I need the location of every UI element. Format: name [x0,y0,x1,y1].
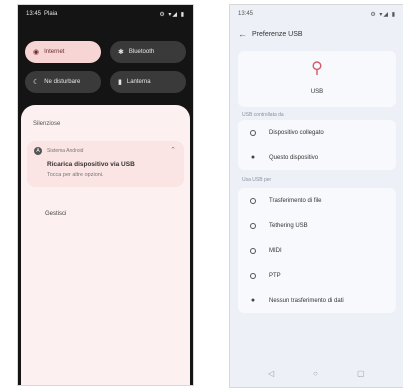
status-time: 13:45 [238,11,254,17]
app-bar: ← Preferenze USB [230,23,403,47]
option-file-transfer[interactable]: Trasferimento di file [238,188,396,213]
section-header-controlled-by: USB controllata da [242,112,284,118]
quick-tile-label: Internet [44,49,65,55]
controlled-by-group: Dispositivo collegato ● Questo dispositi… [238,120,396,170]
android-system-icon: A [34,147,42,155]
system-nav-bar: ◁ ○ ▢ [230,367,403,381]
radio-selected-icon: ● [250,154,256,161]
home-nav-icon[interactable]: ○ [313,369,318,378]
radio-icon [248,128,258,138]
usb-notification[interactable]: A Sistema Android ⌃ Ricarica dispositivo… [27,141,184,187]
usb-hero-card: ⚲ USB [238,51,396,107]
notification-subtext: Tocca per altre opzioni. [47,172,104,178]
section-header-use-for: Usa USB per [242,177,272,183]
quick-tile-flashlight[interactable]: ▮ Lanterna [110,71,186,93]
radio-icon [248,196,258,206]
option-label: Nessun trasferimento di dati [269,297,344,304]
quick-tile-bluetooth[interactable]: ✱ Bluetooth [110,41,186,63]
flashlight-icon: ▮ [118,79,122,86]
option-label: Questo dispositivo [269,154,319,161]
moon-icon: ☾ [33,79,40,86]
quick-tile-label: Lanterna [126,79,151,85]
option-label: Trasferimento di file [269,197,322,204]
option-label: MIDI [269,247,282,254]
option-this-device[interactable]: ● Questo dispositivo [238,145,396,170]
notification-heading: Ricarica dispositivo via USB [47,161,135,168]
radio-icon [248,246,258,256]
use-usb-for-group: Trasferimento di file Tethering USB MIDI… [238,188,396,313]
option-no-data-transfer[interactable]: ● Nessun trasferimento di dati [238,288,396,313]
notification-section-title: Silenziose [33,121,61,127]
notification-shade-screen: 13:45 Plaia ⚙ ▾◢ ▮ ◉ Internet ✱ Bluetoot… [17,4,194,386]
status-icons: ⚙ ▾◢ ▮ [159,12,185,18]
option-ptp[interactable]: PTP [238,263,396,288]
usb-preferences-screen: 13:45 ⚙ ▾◢ ▮ ← Preferenze USB ⚲ USB USB … [229,4,403,388]
chevron-up-icon[interactable]: ⌃ [170,146,176,154]
usb-caption: USB [310,89,324,95]
option-label: PTP [269,272,281,279]
quick-tile-label: Ne disturbare [44,79,81,85]
page-title: Preferenze USB [252,31,303,38]
quick-tile-dnd[interactable]: ☾ Ne disturbare [25,71,101,93]
notification-app-name: Sistema Android [47,148,84,154]
radio-selected-icon: ● [250,297,256,304]
recents-nav-icon[interactable]: ▢ [357,369,365,378]
radio-icon [248,271,258,281]
option-usb-tethering[interactable]: Tethering USB [238,213,396,238]
manage-button[interactable]: Gestisci [45,211,66,217]
back-nav-icon[interactable]: ◁ [268,369,274,378]
quick-tile-internet[interactable]: ◉ Internet [25,41,101,63]
option-label: Dispositivo collegato [269,129,324,136]
back-arrow-icon[interactable]: ← [238,29,247,39]
option-label: Tethering USB [269,222,308,229]
bluetooth-icon: ✱ [118,49,124,56]
status-icons: ⚙ ▾◢ ▮ [370,12,396,18]
quick-tile-label: Bluetooth [128,49,155,55]
status-bar: 13:45 ⚙ ▾◢ ▮ [230,5,403,23]
notification-panel: Silenziose A Sistema Android ⌃ Ricarica … [21,105,190,385]
option-midi[interactable]: MIDI [238,238,396,263]
option-connected-device[interactable]: Dispositivo collegato [238,120,396,145]
status-time: 13:45 [26,11,42,17]
wifi-icon: ◉ [33,49,40,56]
usb-icon: ⚲ [311,60,323,77]
radio-icon [248,221,258,231]
status-bar: 13:45 Plaia ⚙ ▾◢ ▮ [18,5,193,23]
status-carrier: Plaia [44,11,58,17]
